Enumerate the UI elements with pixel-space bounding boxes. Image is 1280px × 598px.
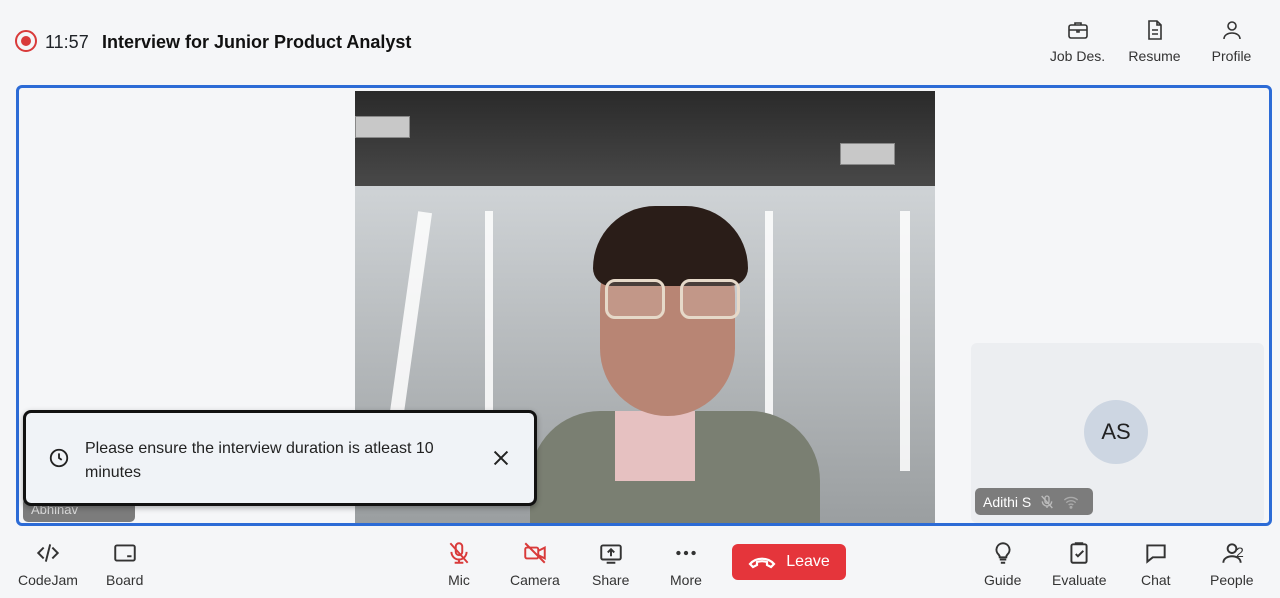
leave-button[interactable]: Leave bbox=[732, 544, 846, 580]
whiteboard-icon bbox=[113, 544, 136, 562]
profile-button[interactable]: Profile bbox=[1193, 18, 1270, 64]
board-label: Board bbox=[106, 572, 144, 588]
people-label: People bbox=[1210, 572, 1254, 588]
camera-button[interactable]: Camera bbox=[510, 540, 560, 588]
document-icon bbox=[1147, 20, 1162, 40]
duration-toast: Please ensure the interview duration is … bbox=[23, 410, 537, 506]
video-ceiling bbox=[355, 91, 935, 191]
more-label: More bbox=[670, 572, 702, 588]
chat-button[interactable]: Chat bbox=[1141, 540, 1171, 588]
user-icon bbox=[1222, 21, 1241, 40]
video-vent bbox=[355, 116, 410, 138]
share-label: Share bbox=[592, 572, 630, 588]
recording-indicator-icon bbox=[15, 30, 37, 52]
camera-off-icon bbox=[524, 542, 546, 564]
participant-tile[interactable]: AS Adithi S bbox=[971, 343, 1264, 523]
more-button[interactable]: More bbox=[670, 540, 702, 588]
evaluate-button[interactable]: Evaluate bbox=[1052, 540, 1106, 588]
participant-name: Adithi S bbox=[983, 493, 1032, 510]
share-screen-icon bbox=[599, 544, 622, 564]
codejam-button[interactable]: CodeJam bbox=[18, 540, 78, 588]
bottom-toolbar: CodeJam Board Mic Camera Share More Leav… bbox=[0, 528, 1280, 598]
people-button[interactable]: 2 People bbox=[1210, 540, 1254, 588]
chat-icon bbox=[1146, 544, 1166, 564]
top-actions: Job Des. Resume Profile bbox=[1039, 18, 1270, 64]
lightbulb-icon bbox=[995, 542, 1011, 564]
job-description-button[interactable]: Job Des. bbox=[1039, 18, 1116, 64]
glasses-lens bbox=[680, 279, 740, 319]
clock-icon bbox=[49, 448, 69, 468]
video-light bbox=[900, 211, 910, 471]
evaluate-label: Evaluate bbox=[1052, 572, 1107, 588]
mic-label: Mic bbox=[448, 572, 470, 588]
mic-off-icon bbox=[1041, 494, 1054, 508]
briefcase-icon bbox=[1067, 22, 1088, 39]
resume-button[interactable]: Resume bbox=[1116, 18, 1193, 64]
meeting-title: Interview for Junior Product Analyst bbox=[102, 32, 412, 52]
guide-label: Guide bbox=[984, 572, 1022, 588]
guide-button[interactable]: Guide bbox=[984, 540, 1021, 588]
more-dots-icon bbox=[676, 550, 696, 556]
video-vent bbox=[840, 143, 895, 165]
participant-name-badge: Adithi S bbox=[975, 488, 1093, 515]
chat-label: Chat bbox=[1141, 572, 1171, 588]
avatar: AS bbox=[1084, 400, 1148, 464]
glasses-lens bbox=[605, 279, 665, 319]
signal-icon bbox=[1064, 496, 1079, 509]
profile-label: Profile bbox=[1211, 48, 1252, 64]
toast-message: Please ensure the interview duration is … bbox=[85, 440, 434, 481]
job-description-label: Job Des. bbox=[1049, 48, 1106, 64]
meeting-header: 11:57 Interview for Junior Product Analy… bbox=[0, 0, 1280, 84]
code-icon bbox=[36, 544, 60, 562]
meeting-timer: 11:57 bbox=[45, 32, 89, 52]
board-button[interactable]: Board bbox=[106, 540, 143, 588]
participant-collar bbox=[615, 411, 695, 481]
camera-label: Camera bbox=[510, 572, 560, 588]
leave-label: Leave bbox=[786, 553, 830, 570]
close-icon[interactable] bbox=[490, 447, 512, 469]
hang-up-icon bbox=[748, 557, 776, 569]
resume-label: Resume bbox=[1128, 48, 1181, 64]
share-button[interactable]: Share bbox=[592, 540, 629, 588]
mic-button[interactable]: Mic bbox=[446, 540, 472, 588]
mic-off-icon bbox=[449, 542, 469, 564]
people-count: 2 bbox=[1236, 544, 1244, 560]
codejam-label: CodeJam bbox=[18, 572, 78, 588]
participant-glasses bbox=[605, 279, 740, 319]
clipboard-check-icon bbox=[1070, 542, 1088, 564]
